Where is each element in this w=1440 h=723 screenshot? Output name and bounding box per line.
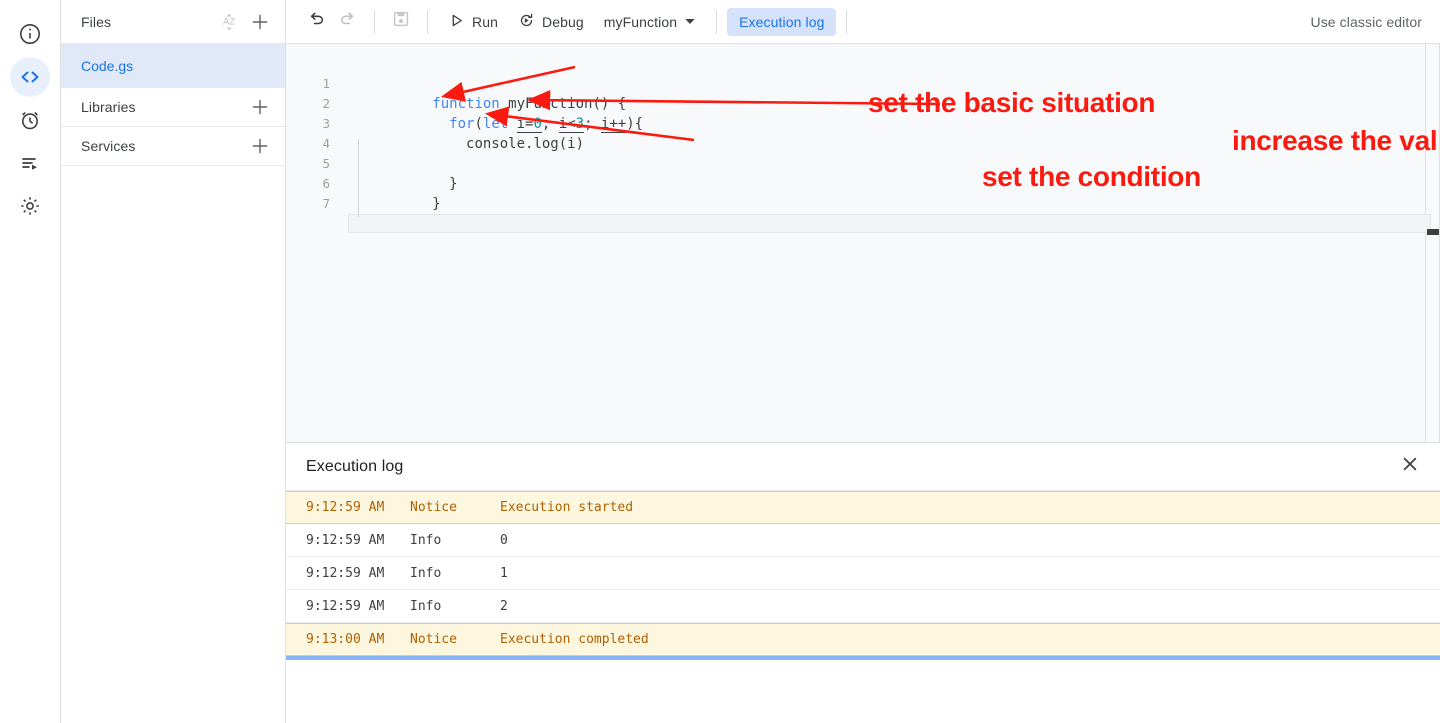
table-row: 9:13:00 AM Notice Execution completed [286, 623, 1440, 656]
chevron-down-icon [684, 14, 696, 30]
list-item[interactable]: Code.gs [61, 44, 285, 88]
editor-toolbar: Run Debug myFunction Execution log Use c… [286, 0, 1440, 44]
log-message: 2 [500, 598, 508, 614]
log-time: 9:12:59 AM [306, 532, 385, 548]
redo-button[interactable] [332, 6, 364, 38]
editor-icon [18, 65, 42, 89]
run-label: Run [472, 13, 498, 30]
files-title: Files [81, 13, 112, 30]
table-row: 9:12:59 AM Info 1 [286, 557, 1440, 590]
execution-log-button[interactable]: Execution log [727, 7, 837, 36]
code-editor[interactable]: 1 function myFunction() { 2 for(let i=0;… [286, 44, 1440, 442]
debug-label: Debug [541, 13, 584, 30]
sidebar-item-triggers[interactable] [10, 100, 50, 140]
sidebar-section-services[interactable]: Services [61, 127, 285, 166]
redo-icon [338, 9, 358, 34]
triggers-icon [18, 108, 42, 132]
line-number: 7 [322, 196, 330, 211]
debug-button[interactable]: Debug [508, 6, 594, 38]
active-line-highlight [348, 214, 1431, 233]
sidebar-section-libraries[interactable]: Libraries [61, 88, 285, 127]
undo-icon [306, 9, 326, 34]
save-icon [391, 9, 411, 34]
log-severity: Info [410, 532, 442, 548]
toolbar-divider-2 [427, 9, 428, 34]
toolbar-divider-4 [846, 9, 848, 34]
sidebar-item-settings[interactable] [10, 186, 50, 226]
log-severity: Notice [410, 632, 457, 647]
code-line: 2 for(let i=0; i<3; i++){ [286, 74, 1439, 133]
log-time: 9:12:59 AM [306, 500, 385, 515]
function-selector-label: myFunction [603, 13, 678, 30]
executions-icon [18, 151, 42, 175]
use-classic-editor-link[interactable]: Use classic editor [1310, 14, 1430, 30]
log-message: 1 [500, 565, 508, 581]
code-line: 4 [286, 114, 1439, 151]
log-message: 0 [500, 532, 508, 548]
run-button[interactable]: Run [438, 6, 508, 38]
add-service-button[interactable] [247, 133, 273, 159]
play-icon [448, 12, 465, 32]
log-time: 9:13:00 AM [306, 632, 385, 647]
code-line-active: 7 [286, 174, 1439, 233]
log-time: 9:12:59 AM [306, 565, 385, 581]
code-line: 1 function myFunction() { [286, 54, 1439, 112]
log-time: 9:12:59 AM [306, 598, 385, 614]
sidebar-item-editor[interactable] [10, 57, 50, 97]
libraries-title: Libraries [81, 99, 136, 115]
toolbar-divider-3 [716, 9, 718, 34]
horizontal-scrollbar-thumb[interactable] [1427, 229, 1439, 235]
close-log-button[interactable] [1394, 451, 1426, 483]
save-button[interactable] [385, 6, 417, 38]
app-root: Files AZ Code.gs Libraries Services Run … [0, 0, 1440, 723]
execution-progress-bar [286, 656, 1440, 660]
log-severity: Info [410, 565, 442, 581]
left-icon-rail [0, 0, 61, 723]
sidebar-item-executions[interactable] [10, 143, 50, 183]
table-row: 9:12:59 AM Info 0 [286, 524, 1440, 557]
execution-log-panel: Execution log 9:12:59 AM Notice Executio… [286, 442, 1440, 723]
log-message: Execution started [500, 500, 634, 515]
add-file-button[interactable] [247, 9, 273, 35]
debug-icon [518, 12, 535, 32]
table-row: 9:12:59 AM Info 2 [286, 590, 1440, 623]
main-area: Run Debug myFunction Execution log Use c… [286, 0, 1440, 723]
table-row: 9:12:59 AM Notice Execution started [286, 491, 1440, 524]
services-title: Services [81, 138, 136, 154]
sidebar-item-overview[interactable] [10, 14, 50, 54]
indent-guide [358, 139, 359, 217]
file-name: Code.gs [81, 57, 134, 74]
code-line: 3 console.log(i) [286, 94, 1439, 152]
add-library-button[interactable] [247, 94, 273, 120]
function-selector[interactable]: myFunction [594, 6, 706, 38]
log-severity: Notice [410, 500, 457, 515]
line-text: } [432, 196, 441, 212]
log-severity: Info [410, 598, 442, 614]
code-line: 5 } [286, 134, 1439, 192]
files-sidebar: Files AZ Code.gs Libraries Services [61, 0, 286, 723]
code-line: 6 } [286, 154, 1439, 212]
execution-log-rows: 9:12:59 AM Notice Execution started 9:12… [286, 491, 1440, 723]
gear-icon [18, 194, 42, 218]
log-message: Execution completed [500, 632, 649, 647]
overview-icon [18, 22, 42, 46]
undo-button[interactable] [300, 6, 332, 38]
code-content[interactable]: 1 function myFunction() { 2 for(let i=0;… [286, 44, 1439, 233]
svg-text:AZ: AZ [223, 16, 235, 27]
execution-log-header: Execution log [286, 443, 1440, 491]
close-icon [1401, 455, 1419, 478]
files-header: Files AZ [61, 0, 285, 44]
toolbar-divider-1 [374, 9, 375, 34]
sort-az-icon[interactable]: AZ [217, 9, 243, 35]
execution-log-title: Execution log [306, 457, 404, 475]
